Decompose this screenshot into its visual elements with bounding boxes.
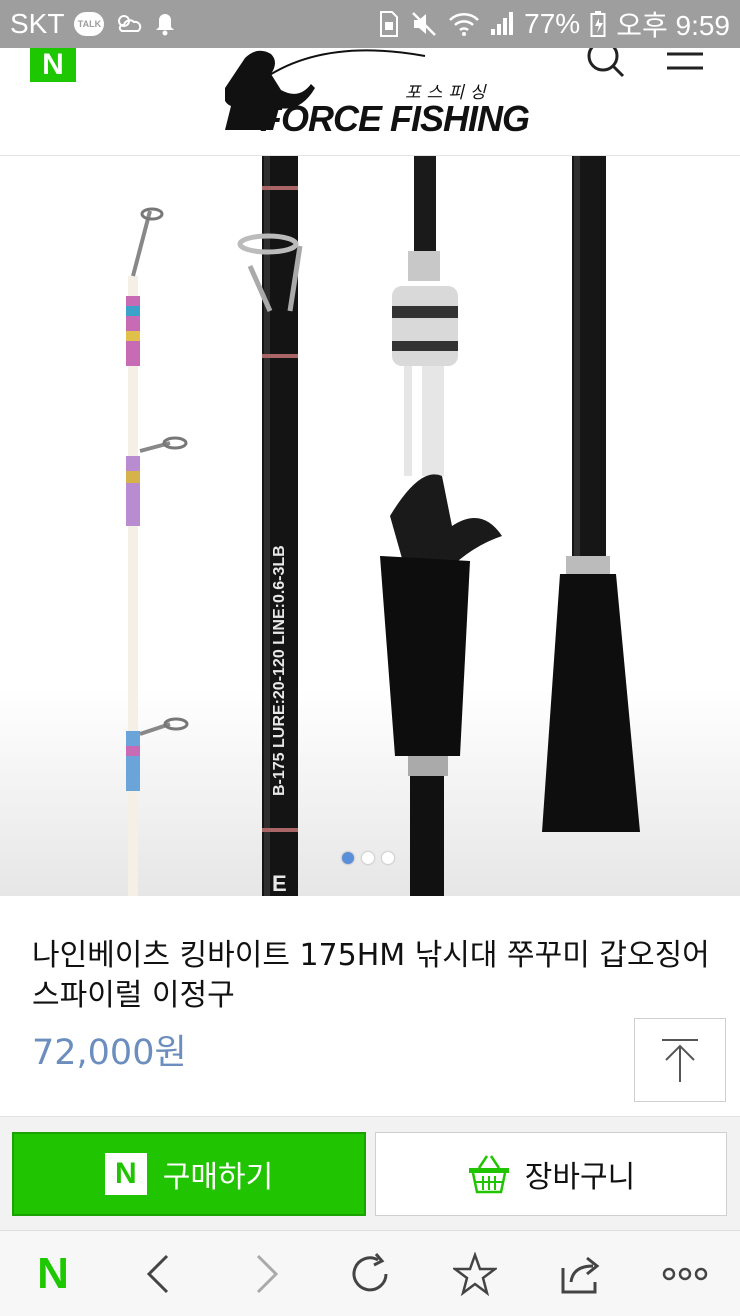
refresh-icon	[352, 1253, 388, 1292]
buy-button[interactable]: N 구매하기	[12, 1132, 366, 1216]
cart-button[interactable]: 장바구니	[375, 1132, 727, 1216]
forward-icon	[256, 1254, 279, 1294]
status-bar: SKT TALK 77% 오후 9:59	[0, 0, 740, 48]
naver-pay-icon: N	[104, 1153, 147, 1195]
naver-home-icon: N	[37, 1249, 69, 1298]
star-icon	[453, 1252, 497, 1296]
naver-badge[interactable]: N	[30, 48, 76, 82]
more-button[interactable]	[662, 1251, 708, 1297]
shopping-basket-icon	[468, 1155, 509, 1194]
rod-label-mark: E	[272, 871, 287, 896]
refresh-button[interactable]	[347, 1251, 393, 1297]
logo-text: FORCE FISHING	[260, 98, 530, 139]
product-info: 나인베이츠 킹바이트 175HM 낚시대 쭈꾸미 갑오징어 스파이럴 이정구 7…	[0, 896, 740, 1116]
carousel-dot[interactable]	[342, 852, 354, 864]
back-icon	[146, 1254, 169, 1294]
mute-icon	[410, 10, 438, 38]
naver-home-button[interactable]: N	[30, 1249, 76, 1298]
site-header: N 포스피싱 FORCE FISHING	[0, 40, 740, 156]
carrier-label: SKT	[10, 8, 65, 39]
share-icon	[561, 1256, 600, 1294]
fishing-rod-image: B-175 LURE:20-120 LINE:0.6-3LB E	[126, 156, 640, 896]
forward-button[interactable]	[244, 1251, 290, 1297]
buy-button-label: 구매하기	[162, 1160, 274, 1195]
sim-icon	[378, 10, 400, 38]
product-title: 나인베이츠 킹바이트 175HM 낚시대 쭈꾸미 갑오징어 스파이럴 이정구	[32, 938, 710, 1013]
carousel-dot[interactable]	[382, 852, 394, 864]
purchase-bar: N 구매하기 장바구니	[0, 1116, 740, 1230]
more-icon	[662, 1267, 708, 1281]
browser-toolbar: N	[0, 1230, 740, 1316]
back-button[interactable]	[135, 1251, 181, 1297]
battery-charging-icon	[590, 10, 606, 38]
menu-button[interactable]	[665, 48, 705, 78]
product-price: 72,000원	[32, 1033, 187, 1073]
arrow-up-icon	[662, 1039, 698, 1082]
menu-icon	[667, 52, 703, 70]
signal-icon	[490, 11, 514, 37]
carousel-indicator[interactable]	[342, 852, 394, 864]
rod-spec-text: B-175 LURE:20-120 LINE:0.6-3LB	[271, 545, 288, 796]
search-icon	[587, 40, 625, 78]
product-image-carousel[interactable]: B-175 LURE:20-120 LINE:0.6-3LB E	[0, 156, 740, 896]
kakaotalk-icon: TALK	[74, 12, 105, 36]
search-button[interactable]	[585, 40, 625, 78]
weather-icon	[114, 11, 144, 37]
share-button[interactable]	[558, 1251, 604, 1297]
battery-percent: 77%	[524, 8, 581, 39]
scroll-to-top-button[interactable]	[634, 1018, 726, 1102]
carousel-dot[interactable]	[362, 852, 374, 864]
wifi-icon	[448, 11, 480, 37]
cart-button-label: 장바구니	[524, 1160, 636, 1195]
bookmark-button[interactable]	[452, 1251, 498, 1297]
clock: 오후 9:59	[616, 10, 730, 41]
notification-bell-icon	[154, 11, 176, 37]
